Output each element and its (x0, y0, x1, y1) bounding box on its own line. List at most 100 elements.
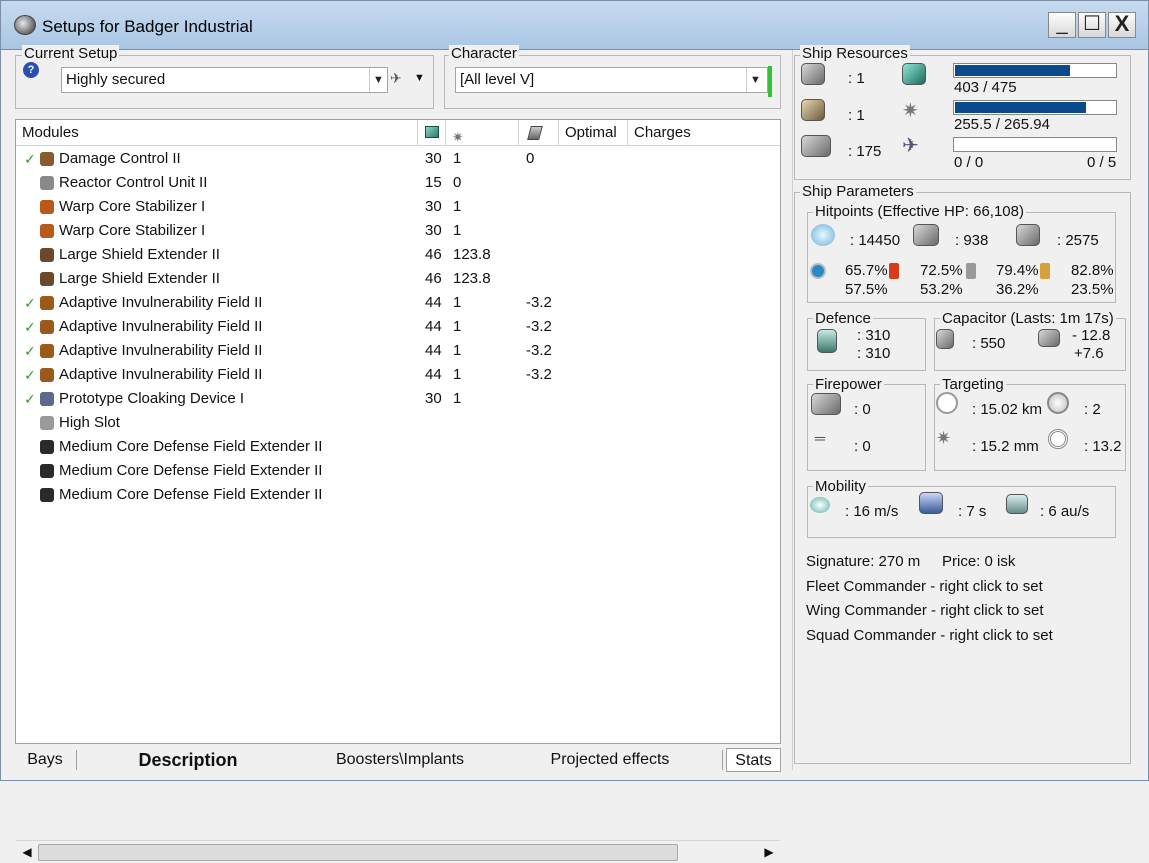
module-capacitor: -3.2 (526, 342, 552, 359)
table-row[interactable]: Medium Core Defense Field Extender II (16, 459, 780, 483)
setup-select[interactable]: Highly secured (61, 67, 388, 93)
module-name: Warp Core Stabilizer I (59, 198, 206, 215)
table-row[interactable]: Medium Core Defense Field Extender II (16, 435, 780, 459)
tab-description[interactable]: Description (118, 748, 258, 772)
tab-bays[interactable]: Bays (15, 748, 75, 772)
table-row[interactable]: ✓ Prototype Cloaking Device I 30 1 (16, 387, 780, 411)
modules-header[interactable]: Modules (16, 120, 418, 146)
em-resist-armor: 57.5% (845, 281, 888, 298)
horizontal-scrollbar[interactable]: ◀ ▶ (16, 840, 780, 863)
setup-dropdown-arrow[interactable]: ▼ (369, 68, 387, 92)
module-name: Adaptive Invulnerability Field II (59, 366, 263, 383)
tab-separator (722, 750, 723, 770)
module-name: Large Shield Extender II (59, 246, 220, 263)
table-row[interactable]: ✓ Adaptive Invulnerability Field II 44 1 -3.… (16, 291, 780, 315)
targeting-range-value: : 15.02 km (972, 401, 1043, 418)
max-velocity-icon (810, 497, 830, 513)
table-row[interactable]: Warp Core Stabilizer I 30 1 (16, 195, 780, 219)
active-check-icon[interactable]: ✓ (24, 339, 36, 363)
module-cpu: 30 (425, 198, 442, 215)
module-name: Medium Core Defense Field Extender II (59, 462, 323, 479)
max-targets-icon (1047, 392, 1069, 414)
active-check-icon[interactable]: ✓ (24, 387, 36, 411)
tab-stats[interactable]: Stats (726, 748, 781, 772)
armor-icon (913, 224, 939, 246)
module-cpu: 15 (425, 174, 442, 191)
module-capacitor: -3.2 (526, 294, 552, 311)
tab-projected-effects[interactable]: Projected effects (530, 748, 690, 772)
cpu-resource-icon (902, 63, 926, 85)
table-row[interactable]: ✓ Adaptive Invulnerability Field II 44 1 -3.… (16, 339, 780, 363)
module-capacitor: -3.2 (526, 318, 552, 335)
setup-menu-arrow-icon[interactable]: ▼ (414, 72, 425, 84)
module-icon (40, 411, 56, 435)
scrollbar-thumb[interactable] (38, 844, 678, 861)
ship-settings-icon[interactable]: ✈ (390, 70, 408, 86)
module-icon (40, 387, 56, 411)
powergrid-header[interactable]: ✷ (446, 120, 519, 146)
window-title: Setups for Badger Industrial (42, 17, 253, 36)
table-row[interactable]: High Slot (16, 411, 780, 435)
character-select[interactable]: [All level V] (455, 67, 768, 93)
hitpoints-label: Hitpoints (Effective HP: 66,108) (813, 203, 1026, 220)
module-name: Warp Core Stabilizer I (59, 222, 206, 239)
character-dropdown-arrow[interactable]: ▼ (746, 68, 764, 92)
table-row[interactable]: ✓ Damage Control II 30 1 0 (16, 147, 780, 171)
squad-commander-text[interactable]: Squad Commander - right click to set (806, 627, 1053, 644)
powergrid-text: 255.5 / 265.94 (954, 116, 1050, 133)
capacitor-header[interactable] (519, 120, 559, 146)
optimal-header[interactable]: Optimal (559, 120, 628, 146)
table-row[interactable]: Large Shield Extender II 46 123.8 (16, 243, 780, 267)
table-row[interactable]: ✓ Adaptive Invulnerability Field II 44 1 -3.… (16, 363, 780, 387)
shield-hp: : 14450 (850, 232, 901, 249)
fleet-commander-text[interactable]: Fleet Commander - right click to set (806, 578, 1043, 595)
table-row[interactable]: Warp Core Stabilizer I 30 1 (16, 219, 780, 243)
signature-text: Signature: 270 m (806, 553, 921, 570)
explosive-resist-icon (1040, 263, 1050, 279)
module-powergrid: 1 (453, 222, 462, 239)
turret-slots-value: : 1 (848, 70, 865, 87)
close-button[interactable]: X (1108, 12, 1136, 38)
capacitor-delta-1: - 12.8 (1072, 327, 1111, 344)
structure-icon (1016, 224, 1040, 246)
table-row[interactable]: Large Shield Extender II 46 123.8 (16, 267, 780, 291)
table-row[interactable]: ✓ Adaptive Invulnerability Field II 44 1 -3.… (16, 315, 780, 339)
module-powergrid: 1 (453, 342, 462, 359)
thermal-resist-armor: 53.2% (920, 281, 963, 298)
modules-table: Modules ✷ Optimal Charges ✓ Damage Contro… (15, 119, 781, 863)
wing-commander-text[interactable]: Wing Commander - right click to set (806, 602, 1044, 619)
help-icon[interactable]: ? (23, 62, 39, 78)
module-cpu: 44 (425, 342, 442, 359)
thermal-resist-icon (889, 263, 899, 279)
module-powergrid: 1 (453, 318, 462, 335)
minimize-button[interactable]: _ (1048, 12, 1076, 38)
table-row[interactable]: Reactor Control Unit II 15 0 (16, 171, 780, 195)
defence-value-2: : 310 (857, 345, 891, 362)
charges-header[interactable]: Charges (628, 120, 780, 146)
explosive-resist-shield: 82.8% (1071, 262, 1114, 279)
active-check-icon[interactable]: ✓ (24, 291, 36, 315)
sensor-strength-icon: ✷ (936, 428, 952, 448)
capacitor-delta-2: +7.6 (1074, 345, 1104, 362)
table-row[interactable]: Medium Core Defense Field Extender II (16, 483, 780, 507)
active-check-icon[interactable]: ✓ (24, 363, 36, 387)
module-icon (40, 147, 56, 171)
table-header: Modules ✷ Optimal Charges (16, 120, 780, 146)
maximize-button[interactable]: ☐ (1078, 12, 1106, 38)
scroll-left-arrow-icon[interactable]: ◀ (18, 843, 36, 862)
kinetic-resist-icon (966, 263, 976, 279)
module-cpu: 30 (425, 390, 442, 407)
cpu-header[interactable] (418, 120, 446, 146)
active-check-icon[interactable]: ✓ (24, 315, 36, 339)
module-powergrid: 123.8 (453, 246, 491, 263)
module-cpu: 30 (425, 150, 442, 167)
active-check-icon[interactable]: ✓ (24, 147, 36, 171)
scan-resolution-icon (1048, 429, 1068, 449)
mobility-label: Mobility (813, 478, 868, 495)
align-time-value: : 7 s (958, 503, 987, 520)
price-text: Price: 0 isk (942, 553, 1016, 570)
scroll-right-arrow-icon[interactable]: ▶ (760, 843, 778, 862)
ship-parameters-label: Ship Parameters (800, 183, 916, 200)
defence-label: Defence (813, 310, 873, 327)
tab-boosters-implants[interactable]: Boosters\Implants (320, 748, 480, 772)
